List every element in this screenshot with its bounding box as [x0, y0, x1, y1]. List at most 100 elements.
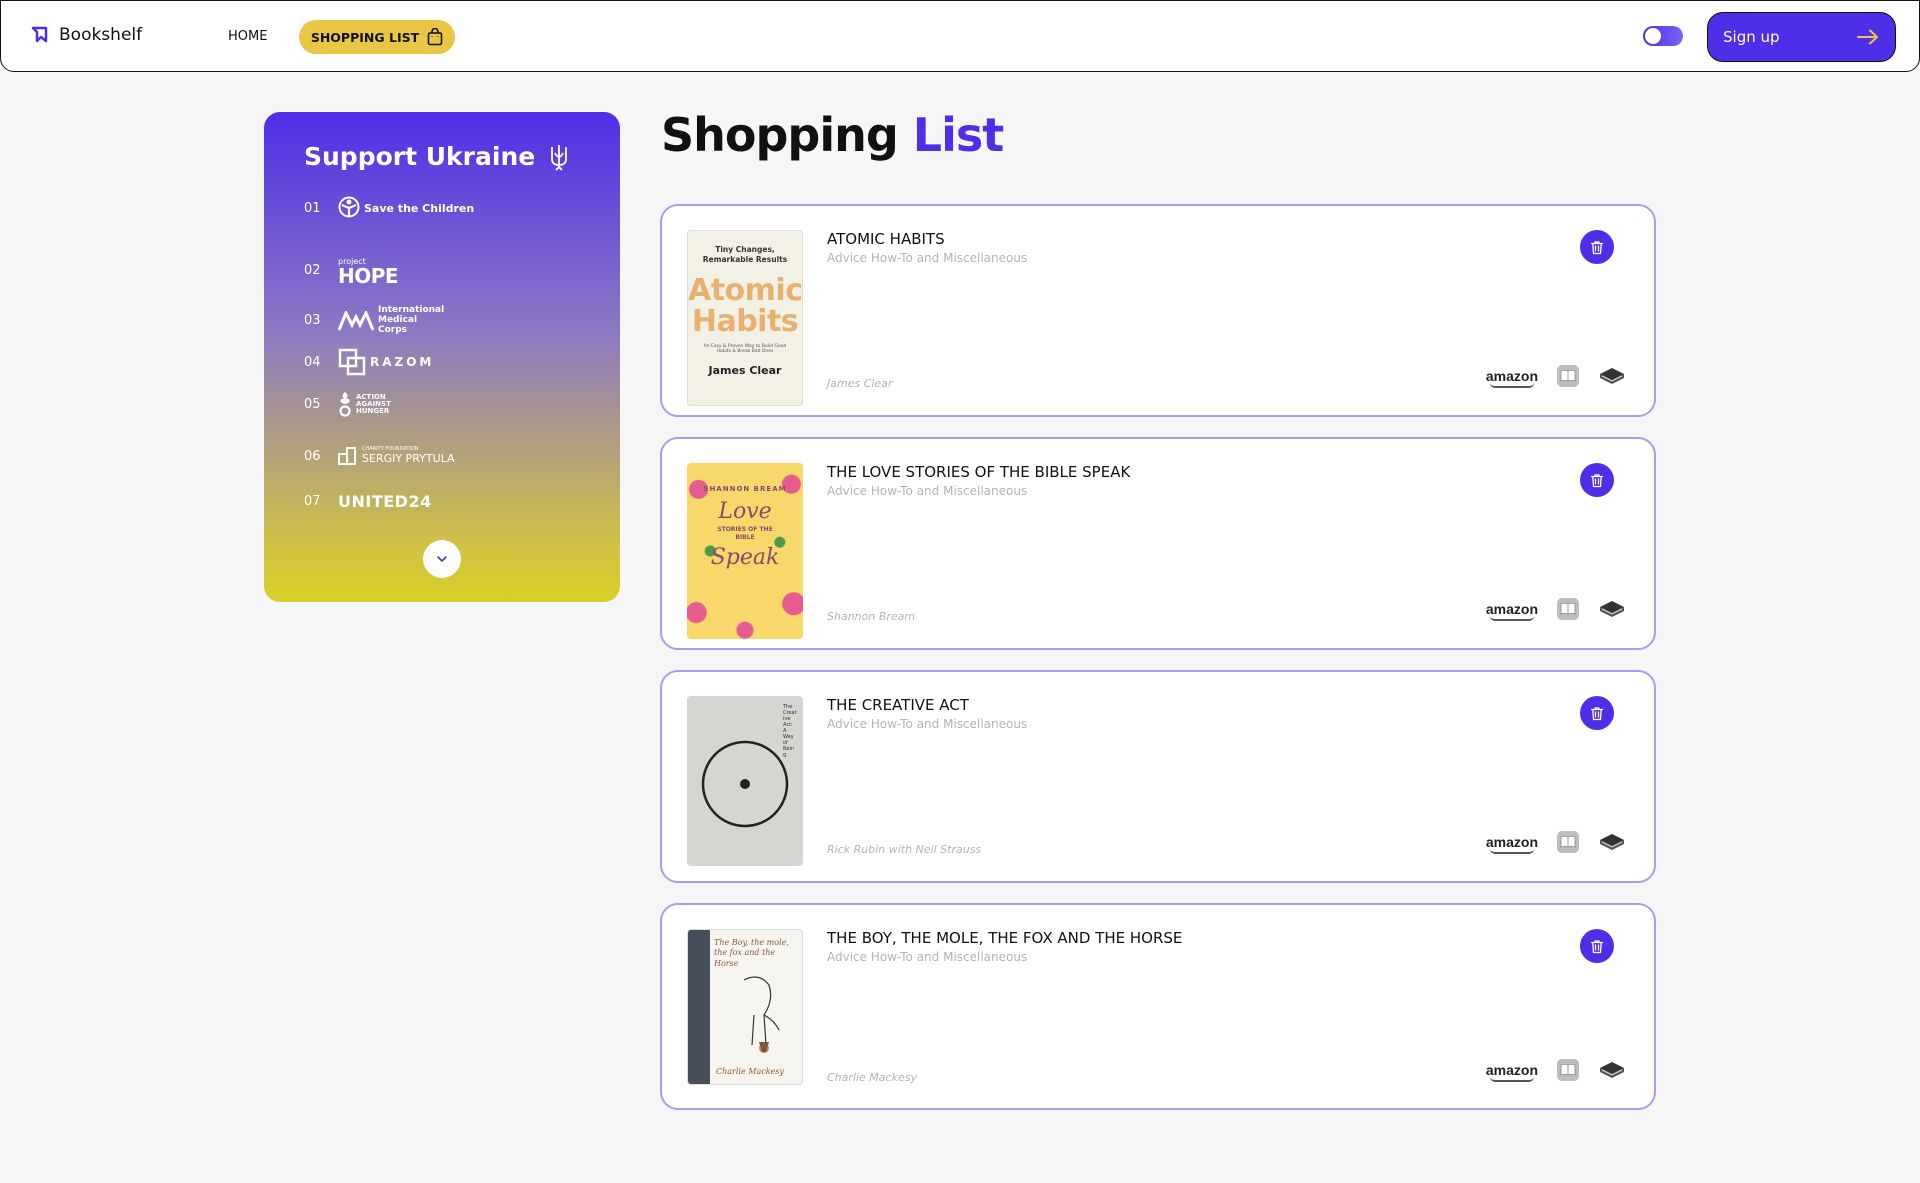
bookshop-icon[interactable]: [1598, 830, 1626, 854]
bookshop-icon[interactable]: [1598, 1058, 1626, 1082]
shop-links: amazon: [1486, 597, 1626, 621]
cover-subtitle: STORIES OF THE BIBLE: [717, 526, 773, 542]
fund-item-action-against-hunger[interactable]: 05 ACTION AGAINST HUNGER: [304, 390, 396, 418]
fund-number: 06: [304, 448, 321, 464]
book-author: Rick Rubin with Neil Strauss: [827, 843, 982, 856]
header: Bookshelf HOME SHOPPING LIST Sign up: [0, 0, 1920, 72]
delete-button[interactable]: [1580, 929, 1614, 963]
amazon-link[interactable]: amazon: [1486, 834, 1538, 854]
signup-label: Sign up: [1723, 28, 1780, 46]
apple-books-icon[interactable]: [1556, 830, 1580, 854]
book-category: Advice How-To and Miscellaneous: [827, 717, 1028, 731]
scroll-down-button[interactable]: [423, 540, 461, 578]
shop-links: amazon: [1486, 830, 1626, 854]
book-card: Tiny Changes, Remarkable Results Atomic …: [660, 204, 1656, 417]
razom-logo: RAZOM: [338, 348, 434, 376]
save-the-children-icon: [338, 196, 360, 218]
delete-button[interactable]: [1580, 230, 1614, 264]
shopping-bag-icon: [427, 28, 443, 46]
book-category: Advice How-To and Miscellaneous: [827, 251, 1028, 265]
delete-button[interactable]: [1580, 463, 1614, 497]
nav-shopping-list-link[interactable]: SHOPPING LIST: [299, 20, 455, 54]
page-title-part1: Shopping: [661, 108, 899, 162]
fund-item-united24[interactable]: 07 UNITED24: [304, 492, 432, 511]
nav-shopping-list-label: SHOPPING LIST: [310, 29, 420, 45]
support-title: Support Ukraine: [304, 142, 569, 171]
book-title: THE BOY, THE MOLE, THE FOX AND THE HORSE: [827, 929, 1183, 947]
nav-home-link[interactable]: HOME: [228, 29, 267, 44]
bookshop-icon[interactable]: [1598, 364, 1626, 388]
cover-subtitle: An Easy & Proven Way to Build Good Habit…: [703, 343, 787, 354]
brand-name: Bookshelf: [59, 25, 143, 45]
fund-name: SERGIY PRYTULA: [362, 451, 455, 465]
trident-icon: [551, 144, 568, 171]
book-title: THE CREATIVE ACT: [827, 696, 969, 714]
book-cover: Tiny Changes, Remarkable Results Atomic …: [687, 230, 803, 406]
fund-name: RAZOM: [370, 355, 435, 369]
fund-item-save-the-children[interactable]: 01 Save the Children: [304, 196, 474, 220]
book-title: THE LOVE STORIES OF THE BIBLE SPEAK: [827, 463, 1131, 481]
project-hope-logo: project HOPE: [338, 258, 399, 288]
book-author: Charlie Mackesy: [827, 1071, 917, 1084]
apple-books-icon[interactable]: [1556, 1058, 1580, 1082]
apple-books-icon[interactable]: [1556, 597, 1580, 621]
shop-links: amazon: [1486, 364, 1626, 388]
trash-icon: [1590, 240, 1604, 254]
cover-author: James Clear: [708, 363, 782, 377]
cover-title-line1: Love: [718, 499, 772, 524]
fund-number: 02: [304, 262, 321, 278]
fund-item-razom[interactable]: 04 RAZOM: [304, 348, 434, 376]
signup-button[interactable]: Sign up: [1707, 12, 1896, 62]
fund-name: Save the Children: [364, 201, 475, 215]
cover-author: SHANNON BREAM: [703, 485, 787, 493]
trash-icon: [1590, 939, 1604, 953]
book-cover: The Creative Act: A Way of Being: [687, 696, 803, 866]
amazon-link[interactable]: amazon: [1486, 1062, 1538, 1082]
fund-item-international-medical-corps[interactable]: 03 International Medical Corps: [304, 305, 448, 336]
united24-logo: UNITED24: [338, 492, 432, 511]
cover-title-line2: Habits: [691, 304, 799, 339]
shop-links: amazon: [1486, 1058, 1626, 1082]
horse-illustration-icon: [743, 976, 780, 1053]
save-the-children-logo: Save the Children: [338, 196, 474, 220]
arrow-right-icon: [1857, 29, 1878, 45]
support-ukraine-panel: Support Ukraine 01 Save the Children 02 …: [264, 112, 620, 602]
amazon-link[interactable]: amazon: [1486, 368, 1538, 388]
book-card: SHANNON BREAM Love STORIES OF THE BIBLE …: [660, 437, 1656, 650]
book-category: Advice How-To and Miscellaneous: [827, 950, 1028, 964]
fund-name: ACTION AGAINST HUNGER: [356, 392, 391, 415]
prytula-foundation-logo: CHARITY FOUNDATION SERGIY PRYTULA: [338, 446, 455, 466]
apple-books-icon[interactable]: [1556, 364, 1580, 388]
book-author: Shannon Bream: [827, 610, 916, 623]
page-title-accent: List: [912, 108, 1004, 162]
book-author: James Clear: [827, 377, 893, 390]
delete-button[interactable]: [1580, 696, 1614, 730]
cover-tagline: Tiny Changes, Remarkable Results: [702, 245, 788, 264]
trash-icon: [1590, 473, 1604, 487]
bookshop-icon[interactable]: [1598, 597, 1626, 621]
fund-item-project-hope[interactable]: 02 project HOPE: [304, 258, 399, 288]
fund-name: UNITED24: [338, 492, 432, 511]
imc-icon: [338, 310, 374, 331]
page-title: Shopping List: [661, 108, 1004, 162]
chevron-down-icon: [437, 556, 447, 563]
cover-spine: [688, 930, 710, 1084]
cover-title-line2: Speak: [710, 544, 780, 570]
fund-item-sergiy-prytula[interactable]: 06 CHARITY FOUNDATION SERGIY PRYTULA: [304, 446, 455, 466]
book-category: Advice How-To and Miscellaneous: [827, 484, 1028, 498]
brand-logo[interactable]: Bookshelf: [31, 25, 142, 45]
fund-number: 01: [304, 200, 321, 216]
fund-number: 05: [304, 396, 321, 412]
book-cover: SHANNON BREAM Love STORIES OF THE BIBLE …: [687, 463, 803, 639]
cover-author: Charlie Mackesy: [716, 1067, 784, 1076]
theme-toggle[interactable]: [1643, 26, 1683, 46]
trash-icon: [1590, 706, 1604, 720]
cover-title: The Boy, the mole, the fox and the Horse: [714, 938, 789, 968]
support-title-text: Support Ukraine: [304, 142, 536, 171]
fund-number: 07: [304, 494, 321, 509]
theme-toggle-knob: [1645, 28, 1661, 44]
fund-name: HOPE: [338, 264, 399, 288]
amazon-link[interactable]: amazon: [1486, 601, 1538, 621]
prytula-icon: [338, 447, 356, 465]
international-medical-corps-logo: International Medical Corps: [338, 305, 448, 336]
